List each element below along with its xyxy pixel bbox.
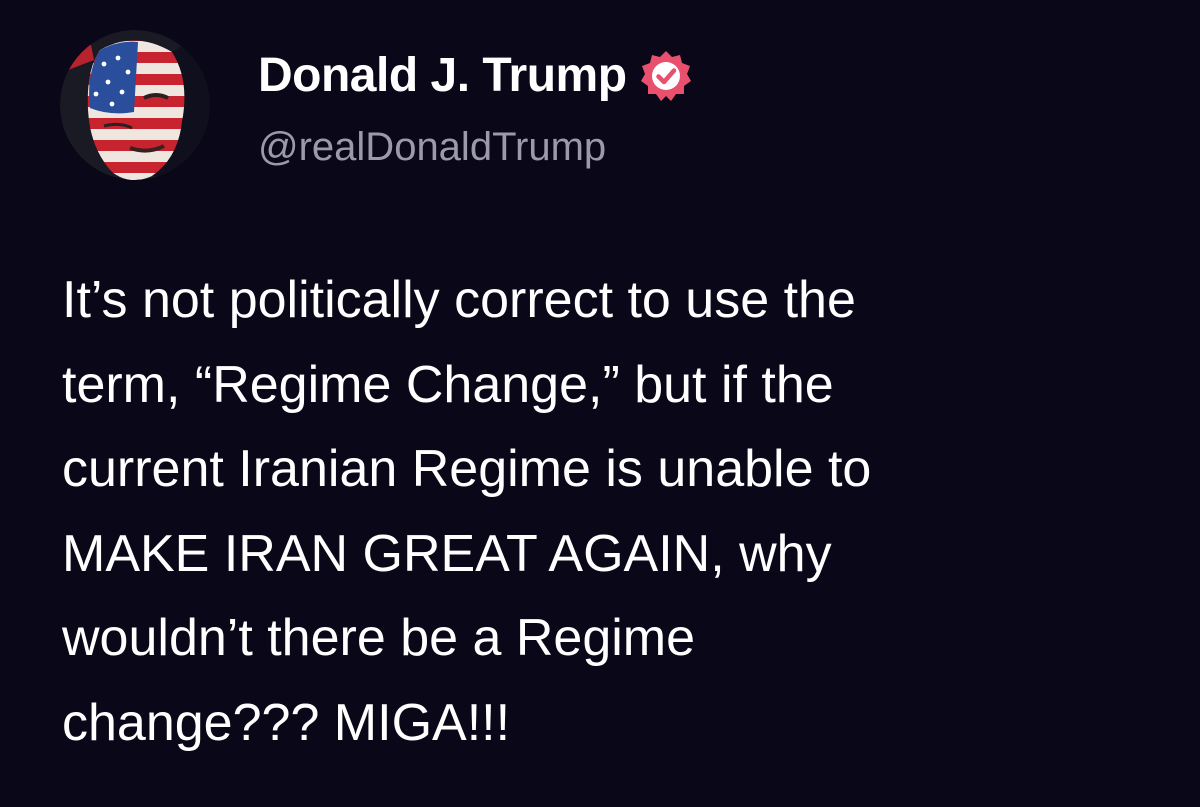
post-line: current Iranian Regime is unable to <box>62 440 872 498</box>
post-line: wouldn’t there be a Regime <box>62 609 696 667</box>
post-line: MAKE IRAN GREAT AGAIN, why <box>62 524 832 583</box>
author-handle[interactable]: @realDonaldTrump <box>258 122 606 172</box>
profile-avatar[interactable] <box>60 30 210 180</box>
post-line: change??? MIGA!!! <box>62 693 511 752</box>
author-name-row: Donald J. Trump <box>258 46 693 106</box>
post-card: Donald J. Trump @realDonaldTrump It’s no… <box>0 0 1200 807</box>
post-body: It’s not politically correct to use the … <box>62 258 1182 765</box>
post-line: It’s not politically correct to use the <box>62 271 856 329</box>
avatar-image <box>60 30 210 180</box>
post-line: term, “Regime Change,” but if the <box>62 355 834 414</box>
verified-badge-icon <box>639 49 693 103</box>
author-display-name[interactable]: Donald J. Trump <box>258 46 627 106</box>
